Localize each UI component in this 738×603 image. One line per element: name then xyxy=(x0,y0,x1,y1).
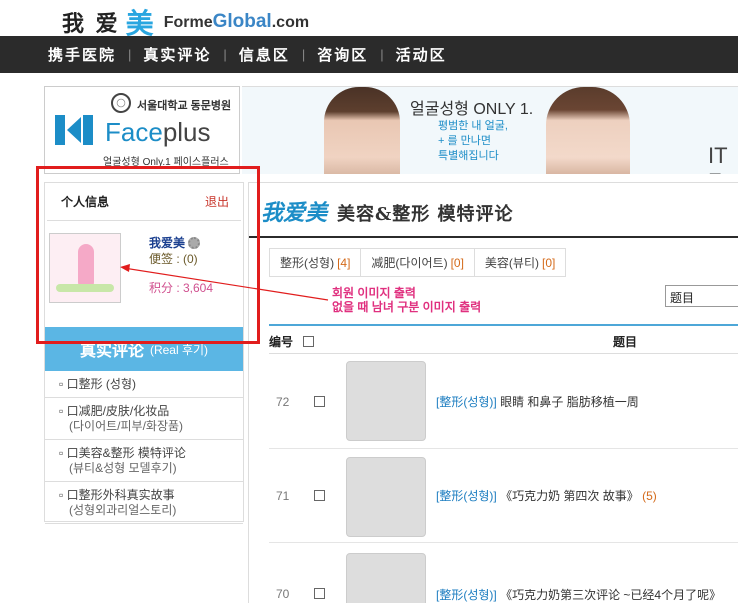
sidebar-item-sublabel: (성형외과리얼스토리) xyxy=(69,503,177,517)
search-field-select[interactable]: 题目 xyxy=(665,285,738,307)
sidebar-item-sublabel: (다이어트/피부/화장품) xyxy=(69,419,184,433)
ad-right-text: IT F xyxy=(708,143,728,174)
tab-label: 减肥(다이어트) xyxy=(371,256,448,270)
post-thumbnail[interactable] xyxy=(346,553,426,603)
row-checkbox[interactable] xyxy=(314,396,325,407)
ad-copy-line: + 를 만나면 xyxy=(438,135,492,147)
tab-plastic-surgery[interactable]: 整形(성형) [4] xyxy=(269,248,362,277)
tab-count: [0] xyxy=(542,255,556,270)
post-thumbnail[interactable] xyxy=(346,457,426,537)
logo-chinese: 我 爱 xyxy=(62,11,120,37)
hospital-name: 서울대학교 동문병원 xyxy=(137,100,232,112)
tab-diet[interactable]: 减肥(다이어트) [0] xyxy=(360,248,475,277)
post-title: 眼睛 和鼻子 脂肪移植一周 xyxy=(496,395,639,409)
tab-count: [4] xyxy=(337,255,351,270)
logo-brand-suffix: .com xyxy=(271,14,310,31)
hospital-banner[interactable]: 서울대학교 동문병원 Faceplus 얼굴성형 Only.1 페이스플러스 xyxy=(44,86,240,174)
sidebar-item-label: ▫ 口减肥/皮肤/化妆品 xyxy=(59,404,170,418)
post-title-link[interactable]: [整形(성형)] 眼睛 和鼻子 脂肪移植一周 xyxy=(436,393,639,410)
model-photo xyxy=(546,87,630,174)
ad-headline: 얼굴성형 ONLY 1. xyxy=(410,101,534,118)
nav-separator: | xyxy=(223,47,227,62)
page-title: 我爱美 美容&整形 模特评论 xyxy=(261,195,514,227)
nav-separator: | xyxy=(301,47,306,62)
table-row[interactable]: 70 [整形(성형)] 《巧克力奶第三次评论 ~已经4个月了呢》 xyxy=(269,543,738,603)
row-checkbox[interactable] xyxy=(314,490,325,501)
nav-info[interactable]: 信息区 xyxy=(239,44,290,65)
logo-brand: FormeGlobal.com xyxy=(164,11,309,33)
post-thumbnail[interactable] xyxy=(346,361,426,441)
sidebar-item-label: ▫ 口整形 (성형) xyxy=(59,377,136,391)
post-title-link[interactable]: [整形(성형)] 《巧克力奶 第四次 故事》 (5) xyxy=(436,487,657,504)
logo-brand-prefix: Forme xyxy=(163,14,213,31)
ad-copy-line: 평범한 내 얼굴, xyxy=(438,120,508,132)
comment-count: (5) xyxy=(642,489,657,503)
brand-face: Face xyxy=(105,117,163,147)
ad-copy: 평범한 내 얼굴, + 를 만나면 특별해집니다 xyxy=(438,119,508,164)
category-tabs: 整形(성형) [4] 减肥(다이어트) [0] 美容(뷰티) [0] xyxy=(269,248,567,277)
nav-consult[interactable]: 咨询区 xyxy=(317,44,368,65)
row-number: 72 xyxy=(276,394,290,409)
table-row[interactable]: 71 [整形(성형)] 《巧克力奶 第四次 故事》 (5) xyxy=(269,449,738,543)
faceplus-wordmark: Faceplus xyxy=(105,117,211,148)
column-subject: 题目 xyxy=(613,335,638,349)
post-title: 《巧克力奶 第四次 故事》 xyxy=(496,489,639,503)
university-seal-icon xyxy=(111,93,131,113)
table-header: 编号 题目 xyxy=(269,330,738,354)
logo-brand-main: Global xyxy=(212,11,272,32)
sidebar-item-label: ▫ 口美容&整形 模特评论 xyxy=(59,446,186,460)
nav-separator: | xyxy=(380,47,384,62)
review-category-list: ▫ 口整形 (성형) ▫ 口减肥/皮肤/化妆品 (다이어트/피부/화장품) ▫ 口… xyxy=(45,371,243,524)
post-category: [整形(성형)] xyxy=(436,489,497,503)
nav-partner-hospitals[interactable]: 携手医院 xyxy=(48,44,116,65)
tab-label: 美容(뷰티) xyxy=(484,256,539,270)
select-all-checkbox[interactable] xyxy=(303,336,314,347)
tab-beauty[interactable]: 美容(뷰티) [0] xyxy=(473,248,567,277)
sidebar-item-plastic-surgery[interactable]: ▫ 口整形 (성형) xyxy=(45,371,243,398)
sidebar-item-diet-skin[interactable]: ▫ 口减肥/皮肤/化妆品 (다이어트/피부/화장품) xyxy=(45,398,243,440)
annotation-highlight-box xyxy=(36,166,260,344)
post-category: [整形(성형)] xyxy=(436,395,497,409)
table-row[interactable]: 72 [整形(성형)] 眼睛 和鼻子 脂肪移植一周 xyxy=(269,355,738,449)
nav-events[interactable]: 活动区 xyxy=(396,44,447,65)
page-title-brand: 我爱美 xyxy=(261,200,328,226)
post-title-link[interactable]: [整形(성형)] 《巧克力奶第三次评论 ~已经4个月了呢》 xyxy=(436,586,721,603)
row-checkbox[interactable] xyxy=(314,588,325,599)
divider xyxy=(249,236,738,238)
tab-count: [0] xyxy=(450,255,464,270)
sidebar-item-label: ▫ 口整形外科真实故事 xyxy=(59,488,175,502)
annotation-note: 회원 이미지 출력 없을 때 남녀 구분 이미지 출력 xyxy=(332,286,481,314)
sidebar-item-real-story[interactable]: ▫ 口整形外科真实故事 (성형외과리얼스토리) xyxy=(45,482,243,524)
site-header: 我 爱 美 FormeGlobal.com xyxy=(0,0,738,40)
nav-real-reviews[interactable]: 真实评论 xyxy=(143,44,211,65)
brand-plus: plus xyxy=(162,117,211,147)
annotation-line: 없을 때 남녀 구분 이미지 출력 xyxy=(332,300,482,314)
table-top-border xyxy=(269,324,738,326)
post-category: [整形(성형)] xyxy=(436,588,497,602)
main-content: 我爱美 美容&整形 模特评论 整形(성형) [4] 减肥(다이어트) [0] 美容(… xyxy=(248,182,738,603)
sidebar-item-model-reviews[interactable]: ▫ 口美容&整形 模特评论 (뷰티&성형 모델후기) xyxy=(45,440,243,482)
sidebar-item-sublabel: (뷰티&성형 모델후기) xyxy=(69,461,177,475)
annotation-line: 회원 이미지 출력 xyxy=(332,286,416,300)
ad-banner[interactable]: 얼굴성형 ONLY 1. 평범한 내 얼굴, + 를 만나면 특별해집니다 IT… xyxy=(242,86,738,174)
tab-label: 整形(성형) xyxy=(280,256,335,270)
row-number: 70 xyxy=(276,587,290,601)
column-number: 编号 xyxy=(269,335,294,349)
row-number: 71 xyxy=(276,488,290,503)
main-nav: 携手医院 | 真实评论 | 信息区 | 咨询区 | 活动区 xyxy=(0,36,738,73)
model-photo xyxy=(324,87,400,174)
faceplus-logo-icon xyxy=(55,115,93,145)
nav-separator: | xyxy=(128,47,132,62)
ad-copy-line: 특별해집니다 xyxy=(438,150,499,162)
post-title: 《巧克力奶第三次评论 ~已经4个月了呢》 xyxy=(496,588,722,602)
page-title-text: 美容&整形 模特评论 xyxy=(337,204,514,225)
